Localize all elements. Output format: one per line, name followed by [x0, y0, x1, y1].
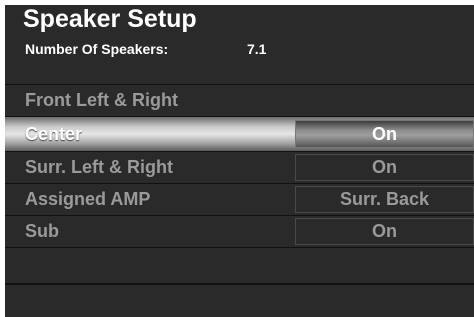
empty-row — [5, 248, 474, 283]
header: Speaker Setup Number Of Speakers: 7.1 — [5, 5, 474, 84]
sub-value-selector[interactable]: On — [295, 218, 474, 245]
page-title: Speaker Setup — [23, 5, 197, 33]
menu-item-label: Sub — [25, 221, 59, 241]
speaker-setup-screen: Speaker Setup Number Of Speakers: 7.1 Fr… — [5, 5, 474, 317]
speaker-count-value: 7.1 — [247, 41, 267, 57]
menu-item-label: Center — [25, 123, 83, 144]
menu-item-surr-left-right[interactable]: Surr. Left & Right On — [5, 152, 474, 183]
assigned-amp-value-selector[interactable]: Surr. Back — [295, 186, 474, 213]
menu-item-label: Surr. Left & Right — [25, 157, 173, 177]
menu-item-label: Front Left & Right — [25, 90, 178, 110]
surr-left-right-value-selector[interactable]: On — [295, 154, 474, 181]
menu-item-sub[interactable]: Sub On — [5, 216, 474, 247]
speaker-count-label: Number Of Speakers: — [25, 41, 169, 57]
menu-item-center[interactable]: Center On — [5, 117, 474, 151]
menu-item-assigned-amp[interactable]: Assigned AMP Surr. Back — [5, 184, 474, 215]
empty-row — [5, 285, 474, 317]
center-value-selector[interactable]: On — [295, 120, 474, 148]
menu-item-front-left-right[interactable]: Front Left & Right — [5, 85, 474, 116]
menu-item-label: Assigned AMP — [25, 189, 151, 209]
